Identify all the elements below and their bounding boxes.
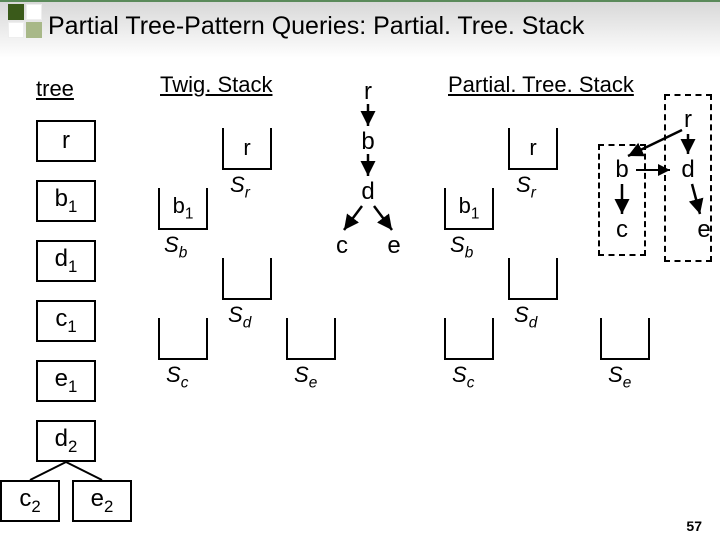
twig-sr-slot: r <box>222 128 272 170</box>
partialtreestack-column-title: Partial. Tree. Stack <box>448 72 634 98</box>
pts-sc-label: Sc <box>452 362 474 392</box>
page-number: 57 <box>686 518 702 534</box>
twig-sr-label: Sr <box>230 172 250 202</box>
twig-sd-slot <box>222 258 272 300</box>
twig-sb-label: Sb <box>164 232 187 262</box>
pts-sc-slot <box>444 318 494 360</box>
pts-sb-slot: b1 <box>444 188 494 230</box>
pattern-c: c <box>326 230 358 262</box>
pts-se-label: Se <box>608 362 631 392</box>
twig-se-slot <box>286 318 336 360</box>
tree-node-r: r <box>36 120 96 162</box>
tree-node-c1: c1 <box>36 300 96 342</box>
pattern-d: d <box>352 176 384 208</box>
twig-sc-label: Sc <box>166 362 188 392</box>
pts-sd-label: Sd <box>514 302 537 332</box>
tree-node-d1: d1 <box>36 240 96 282</box>
twigstack-column-title: Twig. Stack <box>160 72 272 98</box>
twig-sb-slot: b1 <box>158 188 208 230</box>
pattern-b: b <box>352 126 384 158</box>
pts-sr-label: Sr <box>516 172 536 202</box>
pts-sb-label: Sb <box>450 232 473 262</box>
pts-se-slot <box>600 318 650 360</box>
tree-node-e2: e2 <box>72 480 132 522</box>
pattern-e: e <box>378 230 410 262</box>
logo-icon <box>8 4 46 42</box>
slide-body: tree Twig. Stack Partial. Tree. Stack r … <box>0 58 720 540</box>
twig-sd-label: Sd <box>228 302 251 332</box>
tree-node-b1: b1 <box>36 180 96 222</box>
tree-node-d2: d2 <box>36 420 96 462</box>
tree-node-e1: e1 <box>36 360 96 402</box>
tree-column-title: tree <box>36 76 74 102</box>
twig-se-label: Se <box>294 362 317 392</box>
twig-sc-slot <box>158 318 208 360</box>
dashed-group-bc <box>598 144 646 256</box>
pts-sr-slot: r <box>508 128 558 170</box>
slide-header: Partial Tree-Pattern Queries: Partial. T… <box>0 0 720 58</box>
slide-title: Partial Tree-Pattern Queries: Partial. T… <box>48 12 584 41</box>
pattern-r: r <box>352 76 384 108</box>
tree-node-c2: c2 <box>0 480 60 522</box>
dashed-group-rde <box>664 94 712 262</box>
pts-sd-slot <box>508 258 558 300</box>
